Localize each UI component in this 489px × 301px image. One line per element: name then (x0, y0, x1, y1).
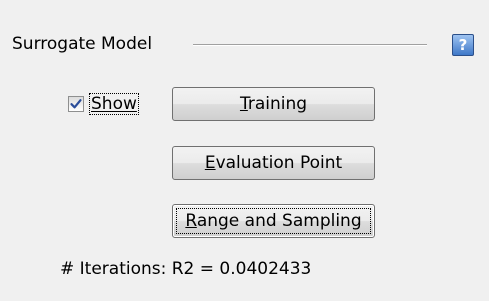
show-checkbox-label: Show (89, 93, 139, 115)
group-title: Surrogate Model (12, 34, 153, 54)
evaluation-point-button-label: valuation Point (215, 153, 343, 173)
help-icon[interactable]: ? (452, 34, 474, 56)
training-button[interactable]: Training (172, 87, 375, 121)
evaluation-point-button-mnemonic: E (204, 153, 216, 173)
range-and-sampling-button-mnemonic: R (185, 211, 197, 231)
evaluation-point-button[interactable]: Evaluation Point (172, 146, 375, 180)
checkbox-box[interactable] (68, 96, 84, 112)
training-button-label: raining (247, 94, 308, 114)
range-and-sampling-button-label: ange and Sampling (196, 211, 362, 231)
training-button-mnemonic: T (239, 94, 248, 114)
surrogate-model-panel: Surrogate Model ? Show Training Evaluati… (0, 0, 489, 301)
range-and-sampling-button[interactable]: Range and Sampling (172, 204, 375, 238)
group-divider (193, 44, 427, 46)
show-checkbox[interactable]: Show (68, 93, 139, 115)
iterations-status: # Iterations: R2 = 0.0402433 (60, 259, 312, 279)
checkmark-icon (70, 99, 82, 109)
